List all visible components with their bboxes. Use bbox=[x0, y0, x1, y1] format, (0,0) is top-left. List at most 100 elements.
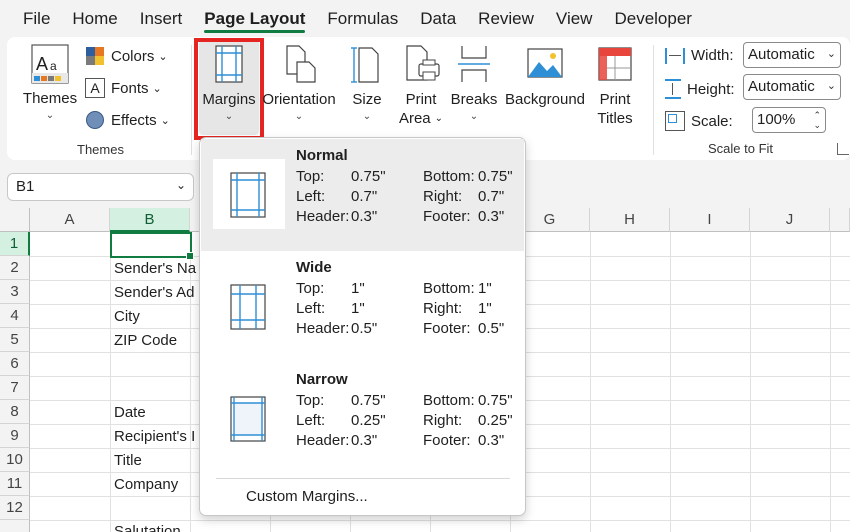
cell-b9[interactable]: Recipient's I bbox=[114, 428, 200, 445]
print-titles-label-2: Titles bbox=[597, 110, 633, 127]
fonts-button[interactable]: A Fonts ⌄ bbox=[85, 78, 162, 98]
row-header-2[interactable]: 2 bbox=[0, 256, 30, 280]
active-cell-b1[interactable] bbox=[110, 232, 194, 260]
column-header-b[interactable]: B bbox=[110, 208, 190, 232]
size-label: Size bbox=[352, 91, 382, 108]
width-value: Automatic bbox=[748, 46, 815, 63]
print-titles-icon bbox=[598, 47, 632, 81]
bottom-label: Bottom: bbox=[423, 392, 475, 409]
chevron-down-icon: ⌄ bbox=[160, 114, 170, 127]
cell-b2[interactable]: Sender's Na bbox=[114, 260, 200, 277]
scale-spinner[interactable]: 100% ⌃ ⌄ bbox=[752, 107, 826, 133]
tab-home[interactable]: Home bbox=[61, 0, 128, 36]
tab-formulas[interactable]: Formulas bbox=[316, 0, 409, 36]
background-label: Background bbox=[504, 91, 586, 108]
row-header-1[interactable]: 1 bbox=[0, 232, 30, 256]
tab-insert[interactable]: Insert bbox=[129, 0, 194, 36]
row-header-4[interactable]: 4 bbox=[0, 304, 30, 328]
header-value: 0.3" bbox=[351, 432, 378, 449]
menu-divider bbox=[216, 478, 510, 479]
margin-option-wide[interactable]: Wide Top: 1" Bottom: 1" Left: 1" Right: … bbox=[201, 251, 524, 363]
row-header-10[interactable]: 10 bbox=[0, 448, 30, 472]
scale-to-fit-group-label: Scale to Fit bbox=[708, 141, 774, 156]
footer-value: 0.5" bbox=[478, 320, 505, 337]
margin-option-normal[interactable]: Normal Top: 0.75" Bottom: 0.75" Left: 0.… bbox=[201, 139, 524, 251]
breaks-button[interactable]: Breaks ⌄ bbox=[450, 44, 498, 122]
dialog-launcher-icon[interactable] bbox=[837, 143, 849, 155]
footer-label: Footer: bbox=[423, 432, 471, 449]
row-header-7[interactable]: 7 bbox=[0, 376, 30, 400]
chevron-down-icon: ⌄ bbox=[294, 111, 304, 122]
column-header-j[interactable]: J bbox=[750, 208, 830, 232]
scale-icon bbox=[665, 111, 685, 131]
row-header-6[interactable]: 6 bbox=[0, 352, 30, 376]
margin-option-narrow[interactable]: Narrow Top: 0.75" Bottom: 0.75" Left: 0.… bbox=[201, 363, 524, 475]
cell-b10[interactable]: Title bbox=[114, 452, 200, 469]
header-label: Header: bbox=[296, 208, 350, 225]
gridline bbox=[750, 232, 751, 532]
row-header-13[interactable] bbox=[0, 520, 30, 532]
custom-margins-item[interactable]: Custom Margins... bbox=[246, 488, 368, 505]
select-all-corner[interactable] bbox=[0, 208, 30, 232]
size-icon bbox=[351, 47, 379, 83]
print-titles-label-1: Print bbox=[599, 91, 631, 108]
top-label: Top: bbox=[296, 280, 325, 297]
tab-review[interactable]: Review bbox=[467, 0, 545, 36]
row-header-5[interactable]: 5 bbox=[0, 328, 30, 352]
tab-data[interactable]: Data bbox=[409, 0, 467, 36]
column-header-i[interactable]: I bbox=[670, 208, 750, 232]
left-label: Left: bbox=[296, 300, 326, 317]
cell-b11[interactable]: Company bbox=[114, 476, 200, 493]
print-area-label-1: Print bbox=[405, 91, 437, 108]
themes-button[interactable]: A a Themes ⌄ bbox=[19, 43, 81, 121]
print-area-button[interactable]: Print Area ⌄ bbox=[396, 44, 446, 128]
print-titles-button[interactable]: Print Titles bbox=[590, 44, 640, 128]
themes-icon: A a bbox=[31, 44, 69, 84]
scale-label: Scale: bbox=[691, 112, 733, 130]
size-button[interactable]: Size ⌄ bbox=[346, 44, 388, 122]
right-value: 1" bbox=[478, 300, 492, 317]
bottom-value: 0.75" bbox=[478, 392, 513, 409]
wide-margins-icon bbox=[213, 271, 285, 341]
orientation-button[interactable]: Orientation ⌄ bbox=[262, 44, 336, 122]
margins-dropdown: Normal Top: 0.75" Bottom: 0.75" Left: 0.… bbox=[199, 137, 526, 516]
row-header-12[interactable]: 12 bbox=[0, 496, 30, 520]
effects-button[interactable]: Effects ⌄ bbox=[85, 110, 170, 130]
left-value: 1" bbox=[351, 300, 365, 317]
chevron-down-icon: ⌄ bbox=[826, 80, 836, 92]
cell-b5[interactable]: ZIP Code bbox=[114, 332, 200, 349]
chevron-down-icon[interactable]: ⌄ bbox=[176, 178, 186, 192]
top-label: Top: bbox=[296, 392, 325, 409]
column-header-k[interactable] bbox=[830, 208, 850, 232]
cell-b13[interactable]: Salutation bbox=[114, 523, 200, 532]
spin-down-icon[interactable]: ⌄ bbox=[813, 121, 821, 130]
column-header-h[interactable]: H bbox=[590, 208, 670, 232]
row-header-11[interactable]: 11 bbox=[0, 472, 30, 496]
background-button[interactable]: Background bbox=[504, 44, 586, 109]
cell-b8[interactable]: Date bbox=[114, 404, 200, 421]
effects-icon bbox=[86, 111, 104, 129]
row-header-3[interactable]: 3 bbox=[0, 280, 30, 304]
width-select[interactable]: Automatic ⌄ bbox=[743, 42, 841, 68]
scale-row: Scale: bbox=[665, 111, 733, 131]
tab-page-layout[interactable]: Page Layout bbox=[193, 0, 316, 36]
name-box[interactable]: B1 ⌄ bbox=[7, 173, 194, 201]
svg-text:A: A bbox=[36, 54, 48, 74]
height-select[interactable]: Automatic ⌄ bbox=[743, 74, 841, 100]
row-header-8[interactable]: 8 bbox=[0, 400, 30, 424]
header-value: 0.3" bbox=[351, 208, 378, 225]
colors-button[interactable]: Colors ⌄ bbox=[85, 46, 168, 66]
row-header-9[interactable]: 9 bbox=[0, 424, 30, 448]
gridline bbox=[590, 232, 591, 532]
footer-label: Footer: bbox=[423, 208, 471, 225]
print-area-label-2: Area ⌄ bbox=[396, 109, 446, 128]
tab-view[interactable]: View bbox=[545, 0, 604, 36]
tab-developer[interactable]: Developer bbox=[603, 0, 703, 36]
tab-file[interactable]: File bbox=[12, 0, 61, 36]
cell-b3[interactable]: Sender's Ad bbox=[114, 284, 200, 301]
spin-up-icon[interactable]: ⌃ bbox=[813, 111, 821, 120]
cell-b4[interactable]: City bbox=[114, 308, 200, 325]
column-header-a[interactable]: A bbox=[30, 208, 110, 232]
background-icon bbox=[527, 48, 563, 78]
left-value: 0.7" bbox=[351, 188, 378, 205]
